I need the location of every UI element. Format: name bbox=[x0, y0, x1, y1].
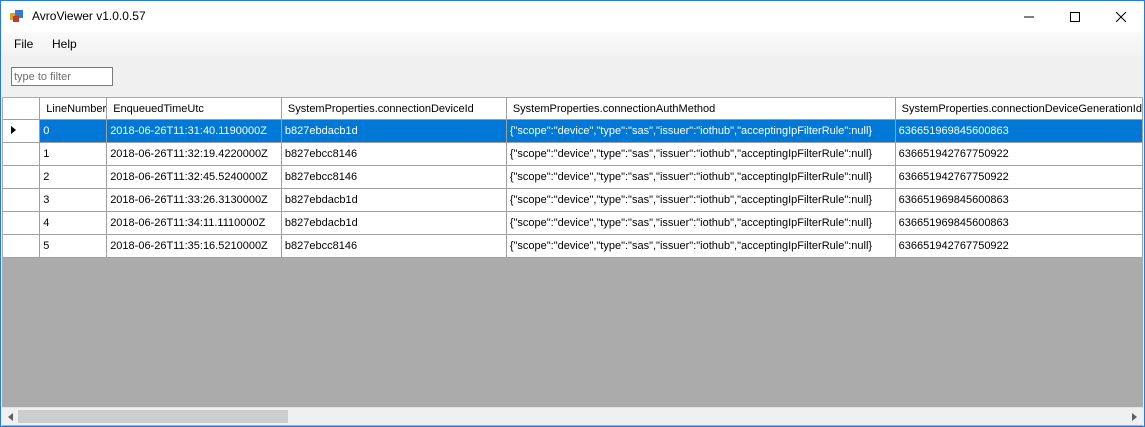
cell-enqueuedtimeutc[interactable]: 2018-06-26T11:34:11.1110000Z bbox=[106, 211, 282, 235]
cell-connectiondevicegenerationid[interactable]: 636651942767750922 bbox=[895, 142, 1143, 166]
minimize-button[interactable] bbox=[1006, 1, 1052, 32]
close-button[interactable] bbox=[1098, 1, 1144, 32]
row-header[interactable] bbox=[3, 119, 41, 143]
header-row: LineNumber EnqueuedTimeUtc SystemPropert… bbox=[3, 98, 1143, 120]
row-header[interactable] bbox=[3, 142, 41, 166]
cell-enqueuedtimeutc[interactable]: 2018-06-26T11:31:40.1190000Z bbox=[106, 119, 282, 143]
cell-connectiondevicegenerationid[interactable]: 636651942767750922 bbox=[895, 165, 1143, 189]
table-row[interactable]: 3 2018-06-26T11:33:26.3130000Z b827ebdac… bbox=[3, 188, 1143, 212]
menu-help[interactable]: Help bbox=[52, 37, 77, 51]
column-header-connectionauthmethod[interactable]: SystemProperties.connectionAuthMethod bbox=[506, 98, 896, 120]
title-bar[interactable]: AvroViewer v1.0.0.57 bbox=[1, 1, 1144, 32]
cell-linenumber[interactable]: 4 bbox=[39, 211, 108, 235]
cell-linenumber[interactable]: 5 bbox=[39, 234, 108, 258]
close-icon bbox=[1116, 11, 1126, 22]
table-row[interactable]: 0 2018-06-26T11:31:40.1190000Z b827ebdac… bbox=[3, 119, 1143, 143]
app-icon bbox=[10, 10, 23, 22]
filter-input[interactable] bbox=[11, 67, 113, 86]
cell-linenumber[interactable]: 1 bbox=[39, 142, 108, 166]
scroll-left-button[interactable] bbox=[3, 411, 17, 423]
window-title: AvroViewer v1.0.0.57 bbox=[32, 9, 146, 23]
table-row[interactable]: 2 2018-06-26T11:32:45.5240000Z b827ebcc8… bbox=[3, 165, 1143, 189]
cell-connectiondeviceid[interactable]: b827ebdacb1d bbox=[281, 188, 507, 212]
scroll-right-icon bbox=[1131, 413, 1137, 421]
table-row[interactable]: 4 2018-06-26T11:34:11.1110000Z b827ebdac… bbox=[3, 211, 1143, 235]
cell-enqueuedtimeutc[interactable]: 2018-06-26T11:32:45.5240000Z bbox=[106, 165, 282, 189]
corner-header[interactable] bbox=[3, 98, 41, 120]
cell-connectionauthmethod[interactable]: {"scope":"device","type":"sas","issuer":… bbox=[506, 165, 896, 189]
column-header-linenumber[interactable]: LineNumber bbox=[39, 98, 108, 120]
cell-connectiondevicegenerationid[interactable]: 636651942767750922 bbox=[895, 234, 1143, 258]
column-header-connectiondevicegenerationid[interactable]: SystemProperties.connectionDeviceGenerat… bbox=[895, 98, 1143, 120]
row-header[interactable] bbox=[3, 165, 41, 189]
cell-connectiondeviceid[interactable]: b827ebcc8146 bbox=[281, 165, 507, 189]
scroll-right-button[interactable] bbox=[1127, 411, 1141, 423]
table-row[interactable]: 5 2018-06-26T11:35:16.5210000Z b827ebcc8… bbox=[3, 234, 1143, 258]
data-grid[interactable]: LineNumber EnqueuedTimeUtc SystemPropert… bbox=[2, 97, 1143, 426]
cell-connectiondevicegenerationid[interactable]: 636651969845600863 bbox=[895, 211, 1143, 235]
cell-connectiondevicegenerationid[interactable]: 636651969845600863 bbox=[895, 119, 1143, 143]
cell-connectiondeviceid[interactable]: b827ebcc8146 bbox=[281, 234, 507, 258]
maximize-button[interactable] bbox=[1052, 1, 1098, 32]
current-row-caret-icon bbox=[11, 126, 16, 134]
row-header[interactable] bbox=[3, 211, 41, 235]
cell-connectiondeviceid[interactable]: b827ebdacb1d bbox=[281, 119, 507, 143]
scroll-left-icon bbox=[7, 413, 13, 421]
row-header[interactable] bbox=[3, 234, 41, 258]
cell-connectiondeviceid[interactable]: b827ebdacb1d bbox=[281, 211, 507, 235]
cell-linenumber[interactable]: 3 bbox=[39, 188, 108, 212]
cell-connectionauthmethod[interactable]: {"scope":"device","type":"sas","issuer":… bbox=[506, 188, 896, 212]
row-header[interactable] bbox=[3, 188, 41, 212]
filter-bar bbox=[1, 56, 1144, 97]
cell-linenumber[interactable]: 2 bbox=[39, 165, 108, 189]
cell-connectionauthmethod[interactable]: {"scope":"device","type":"sas","issuer":… bbox=[506, 211, 896, 235]
cell-connectionauthmethod[interactable]: {"scope":"device","type":"sas","issuer":… bbox=[506, 142, 896, 166]
maximize-icon bbox=[1070, 11, 1080, 22]
minimize-icon bbox=[1024, 16, 1034, 17]
cell-connectionauthmethod[interactable]: {"scope":"device","type":"sas","issuer":… bbox=[506, 119, 896, 143]
column-header-enqueuedtimeutc[interactable]: EnqueuedTimeUtc bbox=[106, 98, 282, 120]
horizontal-scroll-thumb[interactable] bbox=[18, 410, 288, 423]
cell-connectionauthmethod[interactable]: {"scope":"device","type":"sas","issuer":… bbox=[506, 234, 896, 258]
cell-enqueuedtimeutc[interactable]: 2018-06-26T11:33:26.3130000Z bbox=[106, 188, 282, 212]
cell-enqueuedtimeutc[interactable]: 2018-06-26T11:32:19.4220000Z bbox=[106, 142, 282, 166]
app-window: AvroViewer v1.0.0.57 File Help LineNumbe… bbox=[0, 0, 1145, 427]
cell-connectiondevicegenerationid[interactable]: 636651969845600863 bbox=[895, 188, 1143, 212]
cell-connectiondeviceid[interactable]: b827ebcc8146 bbox=[281, 142, 507, 166]
cell-enqueuedtimeutc[interactable]: 2018-06-26T11:35:16.5210000Z bbox=[106, 234, 282, 258]
menu-file[interactable]: File bbox=[14, 37, 33, 51]
cell-linenumber[interactable]: 0 bbox=[39, 119, 108, 143]
menu-bar: File Help bbox=[1, 32, 1144, 56]
table-row[interactable]: 1 2018-06-26T11:32:19.4220000Z b827ebcc8… bbox=[3, 142, 1143, 166]
horizontal-scrollbar[interactable] bbox=[2, 407, 1143, 425]
records-table: LineNumber EnqueuedTimeUtc SystemPropert… bbox=[3, 98, 1143, 258]
column-header-connectiondeviceid[interactable]: SystemProperties.connectionDeviceId bbox=[281, 98, 507, 120]
